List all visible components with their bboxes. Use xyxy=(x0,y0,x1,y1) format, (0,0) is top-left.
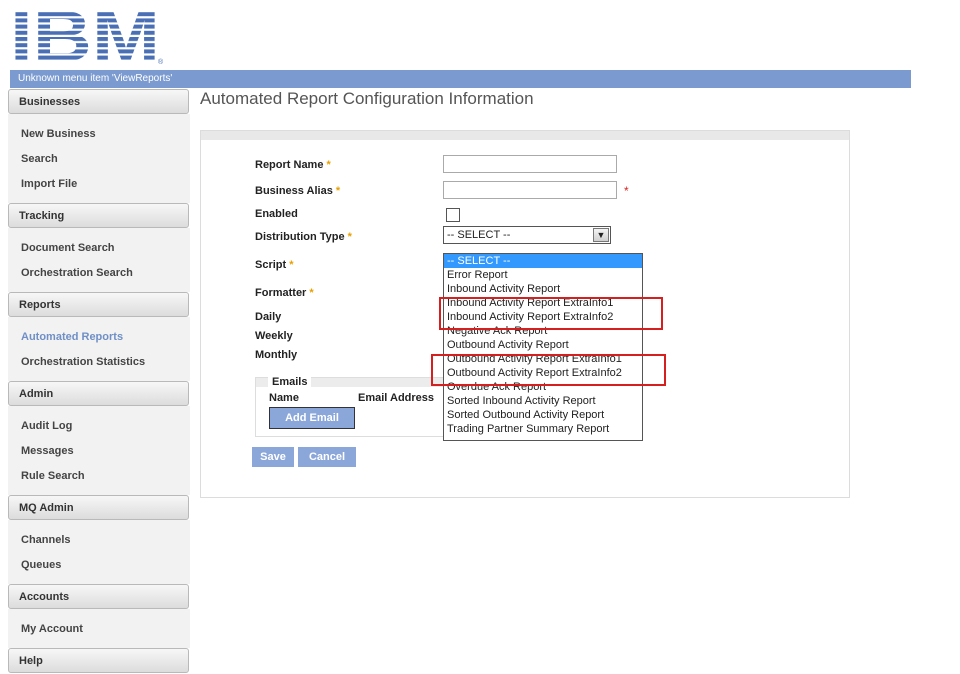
distribution-type-select[interactable]: -- SELECT -- ▼ xyxy=(443,226,611,244)
enabled-label: Enabled xyxy=(255,208,298,220)
sidebar-item-automated-reports[interactable]: Automated Reports xyxy=(8,325,190,350)
status-message: Unknown menu item 'ViewReports' xyxy=(18,73,173,84)
distribution-type-label: Distribution Type * xyxy=(255,231,352,243)
sidebar-group-reports: Automated Reports Orchestration Statisti… xyxy=(8,317,190,381)
distribution-type-value: -- SELECT -- xyxy=(447,229,511,241)
sidebar-item-audit-log[interactable]: Audit Log xyxy=(8,414,190,439)
enabled-checkbox[interactable] xyxy=(446,208,460,222)
cancel-button[interactable]: Cancel xyxy=(298,447,356,467)
business-alias-required-marker: * xyxy=(624,184,629,198)
sidebar-item-channels[interactable]: Channels xyxy=(8,528,190,553)
script-option[interactable]: Sorted Inbound Activity Report xyxy=(444,394,642,408)
script-option[interactable]: Error Report xyxy=(444,268,642,282)
highlight-box-outbound-extrainfo xyxy=(431,354,666,386)
sidebar: Businesses New Business Search Import Fi… xyxy=(8,89,190,673)
script-label: Script * xyxy=(255,259,294,271)
chevron-down-icon[interactable]: ▼ xyxy=(593,228,609,242)
sidebar-item-my-account[interactable]: My Account xyxy=(8,617,190,642)
status-bar: Unknown menu item 'ViewReports' xyxy=(10,70,911,88)
report-name-input[interactable] xyxy=(443,155,617,173)
report-name-label: Report Name * xyxy=(255,159,331,171)
sidebar-header-reports[interactable]: Reports xyxy=(8,292,189,317)
sidebar-header-admin[interactable]: Admin xyxy=(8,381,189,406)
business-alias-input[interactable] xyxy=(443,181,617,199)
daily-label: Daily xyxy=(255,311,282,323)
add-email-button[interactable]: Add Email xyxy=(269,407,355,429)
sidebar-header-help[interactable]: Help xyxy=(8,648,189,673)
formatter-label: Formatter * xyxy=(255,287,314,299)
sidebar-header-mq-admin[interactable]: MQ Admin xyxy=(8,495,189,520)
sidebar-item-document-search[interactable]: Document Search xyxy=(8,236,190,261)
sidebar-item-queues[interactable]: Queues xyxy=(8,553,190,578)
monthly-label: Monthly xyxy=(255,349,298,361)
sidebar-group-accounts: My Account xyxy=(8,609,190,648)
sidebar-group-admin: Audit Log Messages Rule Search xyxy=(8,406,190,495)
save-button[interactable]: Save xyxy=(252,447,294,467)
sidebar-item-orchestration-search[interactable]: Orchestration Search xyxy=(8,261,190,286)
emails-name-column: Name xyxy=(269,392,299,404)
sidebar-group-businesses: New Business Search Import File xyxy=(8,114,190,203)
sidebar-group-mq-admin: Channels Queues xyxy=(8,520,190,584)
sidebar-item-messages[interactable]: Messages xyxy=(8,439,190,464)
sidebar-header-accounts[interactable]: Accounts xyxy=(8,584,189,609)
emails-address-column: Email Address xyxy=(358,392,435,404)
registered-mark: ® xyxy=(158,58,164,66)
script-option[interactable]: Inbound Activity Report xyxy=(444,282,642,296)
sidebar-header-businesses[interactable]: Businesses xyxy=(8,89,189,114)
sidebar-item-rule-search[interactable]: Rule Search xyxy=(8,464,190,489)
emails-legend: Emails xyxy=(268,376,312,388)
ibm-logo: IBM ® xyxy=(10,6,165,66)
highlight-box-inbound-extrainfo xyxy=(439,297,663,330)
script-option[interactable]: -- SELECT -- xyxy=(444,254,642,268)
weekly-label: Weekly xyxy=(255,330,293,342)
sidebar-item-orchestration-statistics[interactable]: Orchestration Statistics xyxy=(8,350,190,375)
script-option[interactable]: Sorted Outbound Activity Report xyxy=(444,408,642,422)
sidebar-group-tracking: Document Search Orchestration Search xyxy=(8,228,190,292)
sidebar-item-search[interactable]: Search xyxy=(8,147,190,172)
sidebar-item-import-file[interactable]: Import File xyxy=(8,172,190,197)
script-option[interactable]: Trading Partner Summary Report xyxy=(444,422,642,436)
panel-header-bar xyxy=(201,131,849,140)
script-option[interactable]: Outbound Activity Report xyxy=(444,338,642,352)
form-panel: Report Name * Business Alias * * Enabled D… xyxy=(200,130,850,498)
sidebar-item-new-business[interactable]: New Business xyxy=(8,122,190,147)
script-dropdown-list[interactable]: -- SELECT -- Error Report Inbound Activi… xyxy=(443,253,643,441)
business-alias-label: Business Alias * xyxy=(255,185,341,197)
page-title: Automated Report Configuration Informati… xyxy=(200,89,534,108)
sidebar-header-tracking[interactable]: Tracking xyxy=(8,203,189,228)
